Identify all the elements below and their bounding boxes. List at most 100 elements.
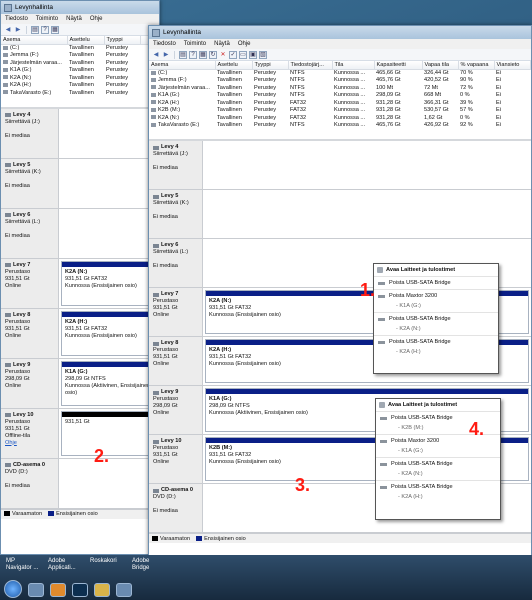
menu-help[interactable]: Ohje [238,41,251,47]
volume-row[interactable]: TakaVarasto (E:) Tavallinen Perustey NTFS Ku… [149,122,531,130]
explorer-icon[interactable] [28,583,44,597]
disk-row[interactable]: Levy 6 Siirrettävä (L:) Ei mediaa [1,208,159,259]
back-arrow-icon[interactable]: ◀ [152,51,160,59]
photoshop-icon[interactable] [72,583,88,597]
delete-icon[interactable]: ✕ [219,51,227,59]
disk-label[interactable]: Levy 10 Perustaso 931,51 Gt Offline-tila Ohj… [1,408,59,458]
column-header[interactable]: Asettelu [215,61,253,70]
disk-row[interactable]: Levy 4 Siirrettävä (J:) Ei mediaa [149,141,531,190]
taskbar-app-recycle-bin[interactable]: Roskakori [90,558,124,572]
disk-name: Levy 8 [153,340,198,347]
taskbar-app-adobe-applications[interactable]: Adobe Applicati... [48,558,82,572]
disk-label[interactable]: Levy 6 Siirrettävä (L:) Ei mediaa [149,239,203,287]
eject-menu-item[interactable]: Poista USB-SATA Bridge [376,480,500,493]
taskbar-app-adobe-bridge[interactable]: Adobe Bridge [132,558,166,572]
partition-box[interactable]: K2A (N:) 931,51 Gt FAT32 Kunnossa (Ensisij… [61,260,157,306]
help-icon[interactable]: ? [41,25,49,34]
forward-arrow-icon[interactable]: ▶ [14,26,22,34]
column-header[interactable]: Tyyppi [252,61,289,70]
folder-icon[interactable]: ▭ [239,50,247,59]
volume-row[interactable]: K2A (H:) Tavallinen Perustey [1,82,159,90]
list-view-icon[interactable]: ▤ [31,25,39,34]
eject-menu-item[interactable]: Poista USB-SATA Bridge [376,457,500,470]
column-header[interactable]: % vapaana [458,61,495,70]
volume-row[interactable]: TakaVarasto (E:) Tavallinen Perustey [1,89,159,97]
disk-row[interactable]: CD-asema 0 DVD (D:) Ei mediaa [1,458,159,509]
column-header[interactable]: Viansieto [494,61,531,70]
disk-icon[interactable]: ▣ [249,50,257,59]
disk-help-link[interactable]: Ohje [5,440,54,447]
volume-row[interactable]: Järjestelmän varaa... Tavallinen Perustey [1,59,159,67]
volume-row[interactable]: Jemma (F:) Tavallinen Perustey [1,52,159,60]
volume-row[interactable]: Järjestelmän varaa... Tavallinen Perustey N… [149,84,531,92]
disk-label[interactable]: Levy 5 Siirrettävä (K:) Ei mediaa [149,190,203,238]
disk-label[interactable]: Levy 4 Siirrettävä (J:) Ei mediaa [149,141,203,189]
menu-view[interactable]: Näytä [214,41,230,47]
menu-file[interactable]: Tiedosto [5,16,28,22]
eject-menu-item[interactable]: Poista USB-SATA Bridge [374,335,498,348]
folder-icon[interactable] [94,583,110,597]
list-view-icon[interactable]: ▤ [179,50,187,59]
disk-label[interactable]: Levy 8 Perustaso 931,51 Gt Online [149,337,203,385]
volume-row[interactable]: (C:) Tavallinen Perustey [1,44,159,52]
column-header[interactable]: Tila [332,61,375,70]
disk-label[interactable]: Levy 5 Siirrettävä (K:) Ei mediaa [1,158,59,208]
devices-and-printers-header[interactable]: Avaa Laitteet ja tulostimet [374,264,498,276]
column-header[interactable]: Tiedostojärj... [288,61,333,70]
forward-arrow-icon[interactable]: ▶ [162,51,170,59]
disk-label[interactable]: Levy 10 Perustaso 931,51 Gt Online [149,435,203,483]
taskbar-app-mp-navigator[interactable]: MP Navigator ... [6,558,40,572]
volume-row[interactable]: K2B (M:) Tavallinen Perustey FAT32 Kunnossa … [149,107,531,115]
partition-box[interactable]: K1A (G:) 298,09 Gt NTFS Kunnossa (Aktiivin… [61,360,157,406]
disk-label[interactable]: Levy 8 Perustaso 931,51 Gt Online [1,308,59,358]
menu-action[interactable]: Toiminto [184,41,206,47]
connect-icon[interactable]: ↻ [209,50,217,59]
partition-box[interactable]: K2A (H:) 931,51 Gt FAT32 Kunnossa (Ensisij… [61,310,157,356]
disk-label[interactable]: Levy 6 Siirrettävä (L:) Ei mediaa [1,208,59,258]
volume-row[interactable]: K1A (G:) Tavallinen Perustey [1,67,159,75]
back-arrow-icon[interactable]: ◀ [4,26,12,34]
firefox-icon[interactable] [50,583,66,597]
volume-row[interactable]: K1A (G:) Tavallinen Perustey NTFS Kunnossa .… [149,92,531,100]
devices-and-printers-header[interactable]: Avaa Laitteet ja tulostimet [376,399,500,411]
menu-action[interactable]: Toiminto [36,16,58,22]
help-icon[interactable]: ? [189,50,197,59]
disk-label[interactable]: Levy 9 Perustaso 298,09 Gt Online [149,386,203,434]
disk-row[interactable]: Levy 9 Perustaso 298,09 Gt Online K1A (G:) 29… [1,358,159,409]
col-tyyppi[interactable]: Tyyppi [104,36,141,45]
menu-file[interactable]: Tiedosto [153,41,176,47]
col-asettelu[interactable]: Asettelu [67,36,105,45]
menu-help[interactable]: Ohje [90,16,103,22]
col-asema[interactable]: Asema [1,36,68,45]
disk-row[interactable]: Levy 5 Siirrettävä (K:) Ei mediaa [149,190,531,239]
volume-row[interactable]: K2A (N:) Tavallinen Perustey [1,74,159,82]
disk-label[interactable]: Levy 9 Perustaso 298,09 Gt Online [1,358,59,408]
disk-label[interactable]: Levy 4 Siirrettävä (J:) Ei mediaa [1,108,59,158]
disk-row[interactable]: Levy 7 Perustaso 931,51 Gt Online K2A (N:) 93… [1,258,159,309]
volume-row[interactable]: (C:) Tavallinen Perustey NTFS Kunnossa ... 46… [149,69,531,77]
properties-icon[interactable]: ▦ [199,50,207,59]
volume-row[interactable]: Jemma (F:) Tavallinen Perustey NTFS Kunnossa… [149,77,531,85]
eject-menu-item[interactable]: Poista Maxtor 3200 [374,289,498,302]
disk-row[interactable]: Levy 4 Siirrettävä (J:) Ei mediaa [1,108,159,159]
column-header[interactable]: Asema [149,61,216,70]
check-icon[interactable]: ✓ [229,50,237,59]
disk-label[interactable]: Levy 7 Perustaso 931,51 Gt Online [149,288,203,336]
disk-label[interactable]: CD-asema 0 DVD (D:) Ei mediaa [149,484,203,532]
settings-icon[interactable]: ▧ [259,50,267,59]
disk-label[interactable]: Levy 7 Perustaso 931,51 Gt Online [1,258,59,308]
properties-icon[interactable]: ▦ [51,25,59,34]
column-header[interactable]: Kapasiteetti [374,61,423,70]
column-header[interactable]: Vapaa tila [422,61,459,70]
app-icon[interactable] [116,583,132,597]
disk-row[interactable]: Levy 10 Perustaso 931,51 Gt Offline-tila Ohj… [1,408,159,459]
volume-row[interactable]: K2A (N:) Tavallinen Perustey FAT32 Kunnossa … [149,114,531,122]
disk-row[interactable]: Levy 5 Siirrettävä (K:) Ei mediaa [1,158,159,209]
menu-view[interactable]: Näytä [66,16,82,22]
eject-menu-item[interactable]: Poista USB-SATA Bridge [374,276,498,289]
eject-menu-item[interactable]: Poista USB-SATA Bridge [374,312,498,325]
volume-row[interactable]: K2A (H:) Tavallinen Perustey FAT32 Kunnossa … [149,99,531,107]
disk-row[interactable]: Levy 8 Perustaso 931,51 Gt Online K2A (H:) 93… [1,308,159,359]
start-button-icon[interactable] [4,580,22,598]
disk-label[interactable]: CD-asema 0 DVD (D:) Ei mediaa [1,458,59,508]
